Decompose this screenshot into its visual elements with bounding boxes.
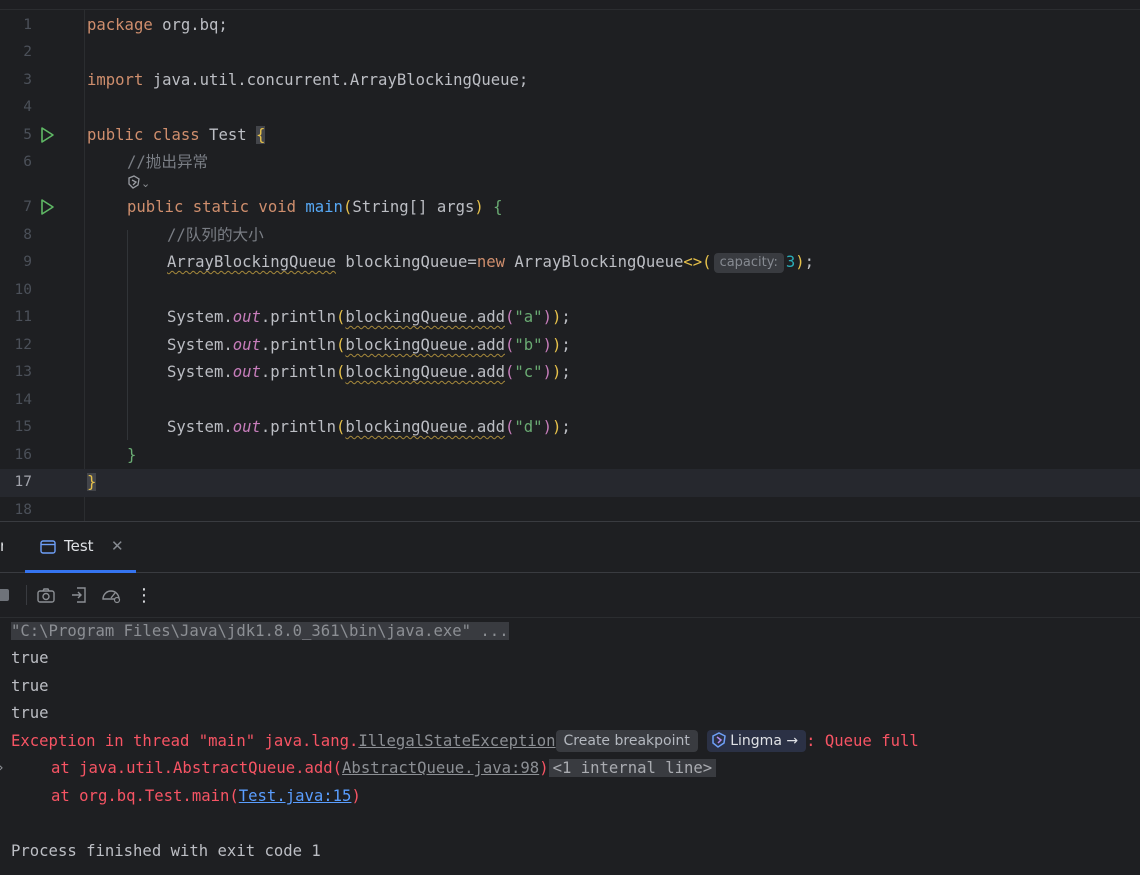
line-number: 12	[14, 337, 32, 353]
line-number: 10	[14, 282, 32, 298]
code-text: }	[127, 446, 137, 464]
code-text: System.out.println(blockingQueue.add("b"…	[167, 336, 571, 354]
tab-test[interactable]: Test ✕	[25, 522, 136, 573]
code-text: import java.util.concurrent.ArrayBlockin…	[87, 71, 529, 89]
code-line-1[interactable]: 1 package org.bq;	[0, 12, 1140, 40]
expand-arrow-icon[interactable]: ›	[0, 755, 4, 782]
camera-icon[interactable]	[35, 584, 57, 606]
editor-top-border	[0, 9, 1140, 10]
run-tool-window: n Test ✕ ⋮ "C:\Program Files\Java\jdk1.8…	[0, 521, 1140, 875]
line-number: 13	[14, 364, 32, 380]
code-text: System.out.println(blockingQueue.add("c"…	[167, 363, 571, 381]
run-toolbar: ⋮	[0, 573, 1140, 618]
code-line-10[interactable]: 10	[0, 277, 1140, 305]
line-number: 1	[23, 17, 32, 33]
console-icon	[40, 540, 56, 554]
line-number: 16	[14, 447, 32, 463]
line-number: 7	[23, 199, 32, 215]
console-output-line: true	[11, 677, 49, 695]
close-icon[interactable]: ✕	[111, 537, 124, 555]
line-number: 15	[14, 419, 32, 435]
comment: //抛出异常	[127, 153, 209, 171]
code-line-4[interactable]: 4	[0, 94, 1140, 122]
console-output-line: true	[11, 704, 49, 722]
code-line-12[interactable]: 12 System.out.println(blockingQueue.add(…	[0, 332, 1140, 360]
exit-icon[interactable]	[68, 584, 90, 606]
lingma-inline-hint[interactable]: ⌄	[127, 175, 150, 190]
console-output[interactable]: "C:\Program Files\Java\jdk1.8.0_361\bin\…	[0, 618, 1140, 875]
process-finished-line: Process finished with exit code 1	[11, 842, 321, 860]
line-number: 4	[23, 99, 32, 115]
clipped-tab-edge: n	[0, 537, 3, 555]
line-number: 8	[23, 227, 32, 243]
code-line-13[interactable]: 13 System.out.println(blockingQueue.add(…	[0, 359, 1140, 387]
code-line-3[interactable]: 3 import java.util.concurrent.ArrayBlock…	[0, 67, 1140, 95]
line-number: 2	[23, 44, 32, 60]
comment: //队列的大小	[167, 226, 264, 244]
code-text: }	[87, 473, 97, 491]
gauge-icon[interactable]	[100, 584, 122, 606]
stacktrace-link[interactable]: Test.java:15	[239, 787, 352, 805]
code-text: package org.bq;	[87, 16, 228, 34]
collapsed-frames-button[interactable]: <1 internal line>	[548, 759, 717, 777]
line-number: 6	[23, 154, 32, 170]
code-line-5[interactable]: 5 public class Test {	[0, 122, 1140, 150]
line-number: 14	[14, 392, 32, 408]
stop-icon[interactable]	[0, 584, 14, 606]
code-line-14[interactable]: 14	[0, 387, 1140, 415]
code-line-9[interactable]: 9 ArrayBlockingQueue blockingQueue=new A…	[0, 249, 1140, 277]
exception-class-link[interactable]: IllegalStateException	[358, 732, 555, 750]
lingma-icon	[128, 175, 140, 189]
run-main-icon[interactable]	[38, 198, 56, 216]
code-text: System.out.println(blockingQueue.add("d"…	[167, 418, 571, 436]
code-line-18[interactable]: 18	[0, 497, 1140, 521]
console-command-line[interactable]: "C:\Program Files\Java\jdk1.8.0_361\bin\…	[11, 618, 509, 645]
code-text: System.out.println(blockingQueue.add("a"…	[167, 308, 571, 326]
code-editor[interactable]: 1 package org.bq; 2 3 import java.util.c…	[0, 0, 1140, 521]
param-hint: capacity:	[713, 253, 784, 273]
run-class-icon[interactable]	[38, 126, 56, 144]
run-tab-bar: n Test ✕	[0, 522, 1140, 573]
line-number: 11	[14, 309, 32, 325]
code-line-16[interactable]: 16 }	[0, 442, 1140, 470]
create-breakpoint-button[interactable]: Create breakpoint	[555, 730, 698, 752]
arrow-right-icon: →	[786, 733, 799, 749]
lingma-button[interactable]: Lingma →	[707, 730, 807, 752]
code-text: public static void main(String[] args) {	[127, 198, 503, 216]
stacktrace-line: at org.bq.Test.main(Test.java:15)	[51, 787, 361, 805]
lingma-icon	[712, 732, 727, 748]
console-output-line: true	[11, 649, 49, 667]
toolbar-separator	[26, 585, 27, 605]
stacktrace-line: at java.util.AbstractQueue.add(AbstractQ…	[51, 755, 717, 782]
tab-label: Test	[64, 537, 94, 555]
line-number: 9	[23, 254, 32, 270]
chevron-down-icon: ⌄	[141, 177, 151, 190]
line-number: 3	[23, 72, 32, 88]
exception-line: Exception in thread "main" java.lang.Ill…	[11, 730, 919, 752]
more-vert-icon[interactable]: ⋮	[133, 584, 155, 606]
code-line-2[interactable]: 2	[0, 39, 1140, 67]
code-line-8[interactable]: 8 //队列的大小	[0, 222, 1140, 250]
code-line-15[interactable]: 15 System.out.println(blockingQueue.add(…	[0, 414, 1140, 442]
line-number: 18	[14, 502, 32, 518]
code-line-6[interactable]: 6 //抛出异常	[0, 149, 1140, 177]
code-line-7[interactable]: 7 public static void main(String[] args)…	[0, 194, 1140, 222]
code-line-17[interactable]: 17 }	[0, 469, 1140, 497]
code-line-11[interactable]: 11 System.out.println(blockingQueue.add(…	[0, 304, 1140, 332]
stacktrace-link[interactable]: AbstractQueue.java:98	[342, 759, 539, 777]
line-number: 5	[23, 127, 32, 143]
line-number: 17	[14, 474, 32, 490]
code-text: ArrayBlockingQueue blockingQueue=new Arr…	[167, 253, 815, 273]
code-text: public class Test {	[87, 126, 266, 144]
